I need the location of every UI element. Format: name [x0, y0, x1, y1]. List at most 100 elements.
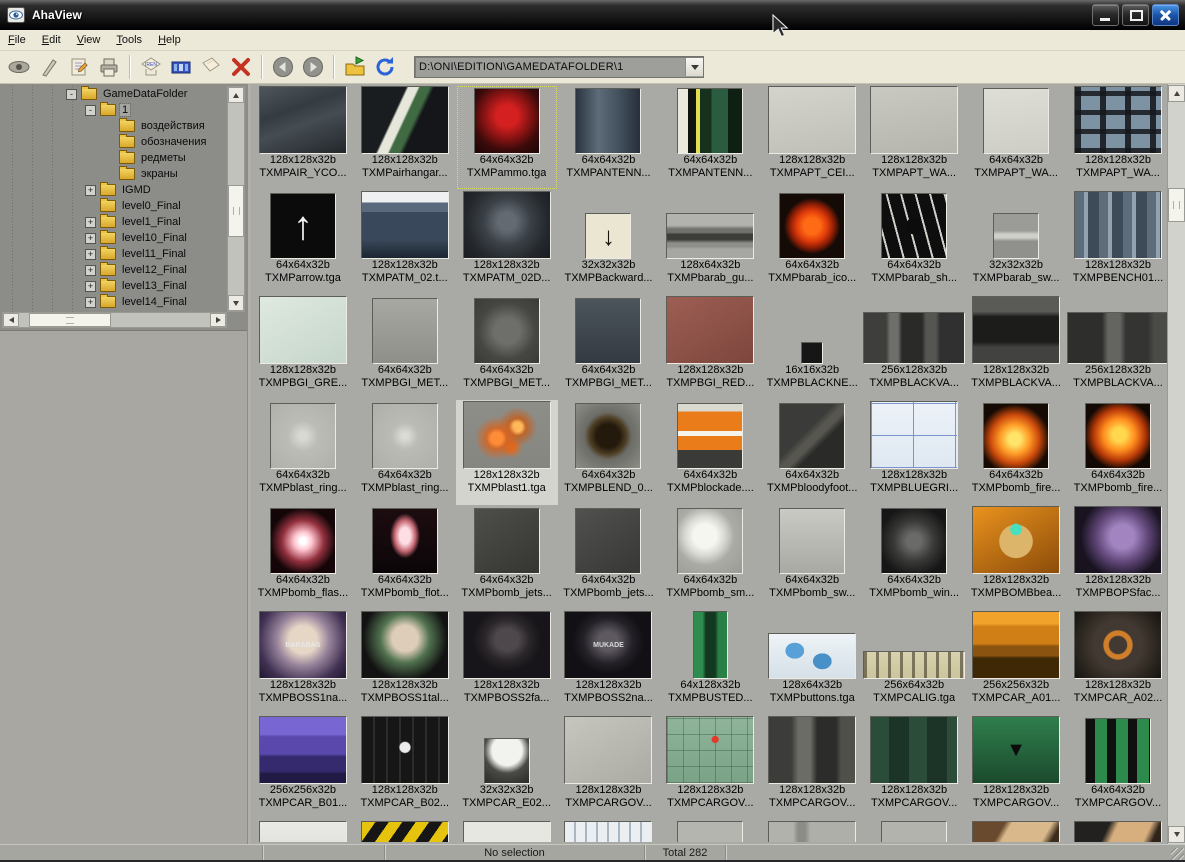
thumbnail-item[interactable]: 64x64x32bTXMPANTENN... [659, 85, 761, 190]
collapse-toggle-icon[interactable]: - [85, 105, 96, 116]
thumbnail-item[interactable]: 32x32x32bTXMPCAR_E02... [456, 715, 558, 820]
tree-item-1[interactable]: -1 [0, 102, 227, 118]
thumbnail-image[interactable] [372, 403, 438, 469]
thumbnail-item[interactable]: 64x64x32bTXMPAPT_WA... [965, 85, 1067, 190]
thumbnail-image[interactable] [983, 88, 1049, 154]
tree-item-level11_Final[interactable]: +level11_Final [0, 246, 227, 262]
thumbnail-image[interactable] [270, 508, 336, 574]
menu-tools[interactable]: Tools [108, 34, 150, 46]
thumbnail-item[interactable]: 64x64x32bTXMPCARGOV... [1067, 715, 1169, 820]
thumbnail-image[interactable] [677, 508, 743, 574]
tree-item-обозначения[interactable]: обозначения [0, 134, 227, 150]
thumbnail-item[interactable]: 128x128x32bTXMPCAR_B02... [354, 715, 456, 820]
thumbnail-item[interactable] [761, 820, 863, 842]
thumbnail-item[interactable]: 128x128x32bTXMPAPT_CEI... [761, 85, 863, 190]
thumbnail-image[interactable] [666, 716, 754, 784]
collapse-toggle-icon[interactable]: - [66, 89, 77, 100]
thumbnail-item[interactable]: 64x64x32bTXMPblast_ring... [354, 400, 456, 505]
thumbnail-item[interactable]: 128x128x32bTXMPCARGOV... [659, 715, 761, 820]
thumbnail-item[interactable]: 64x64x32bTXMPbomb_flas... [252, 505, 354, 610]
tree-scroll-right-button[interactable] [210, 313, 226, 327]
thumbnail-image[interactable] [575, 298, 641, 364]
minimize-button[interactable] [1092, 4, 1119, 26]
thumbnail-image[interactable] [463, 191, 551, 259]
thumbnail-image[interactable] [361, 191, 449, 259]
thumbnail-image[interactable] [474, 508, 540, 574]
thumbnail-image[interactable] [484, 738, 530, 784]
tree-item-level14_Final[interactable]: +level14_Final [0, 294, 227, 310]
thumbnail-item[interactable] [659, 820, 761, 842]
thumbnail-item[interactable]: 128x128x32bTXMPBOSS1tal... [354, 610, 456, 715]
thumbnail-item[interactable]: 128x128x32bTXMPBOPSfac... [1067, 505, 1169, 610]
expand-toggle-icon[interactable]: + [85, 233, 96, 244]
thumbnail-image[interactable] [361, 716, 449, 784]
thumbnail-item[interactable]: 16x16x32bTXMPBLACKNE... [761, 295, 863, 400]
thumbnail-image[interactable] [1074, 86, 1162, 154]
rename-button[interactable]: IREN [136, 53, 166, 81]
thumbnail-item[interactable]: 128x128x32bTXMPBENCH01... [1067, 190, 1169, 295]
thumbnail-item[interactable]: 128x128x32bTXMPBOSS2fa... [456, 610, 558, 715]
thumbnail-image[interactable] [361, 86, 449, 154]
thumbnail-item[interactable]: 128x128x32bTXMPBGI_RED... [659, 295, 761, 400]
thumbnail-image[interactable] [361, 611, 449, 679]
thumbnail-image[interactable] [993, 213, 1039, 259]
tree-item-level13_Final[interactable]: +level13_Final [0, 278, 227, 294]
thumbnail-image[interactable]: ↓ [585, 213, 631, 259]
thumbnail-item[interactable]: ▼128x128x32bTXMPCARGOV... [965, 715, 1067, 820]
view-button[interactable] [4, 53, 34, 81]
thumbnail-item[interactable]: 128x64x32bTXMPbuttons.tga [761, 610, 863, 715]
thumbnail-item[interactable]: 64x64x32bTXMPbomb_jets... [558, 505, 660, 610]
tree-scroll-down-button[interactable] [228, 295, 244, 311]
thumbnail-image[interactable] [259, 86, 347, 154]
thumbnail-image[interactable]: ↑ [270, 193, 336, 259]
titlebar[interactable]: AhaView [0, 0, 1185, 30]
thumbnail-image[interactable] [1074, 821, 1162, 842]
grid-scroll-down-button[interactable] [1168, 826, 1185, 843]
thumbnail-image[interactable] [1074, 191, 1162, 259]
thumbnail-item[interactable]: 64x64x32bTXMPbomb_sw... [761, 505, 863, 610]
thumbnail-item[interactable]: 64x64x32bTXMPbomb_win... [863, 505, 965, 610]
thumbnail-image[interactable] [870, 401, 958, 469]
tree-scroll-left-button[interactable] [3, 313, 19, 327]
thumbnail-image[interactable] [372, 298, 438, 364]
thumbnail-item[interactable]: 128x128x32bTXMPblast1.tga [456, 400, 558, 505]
print-button[interactable] [94, 53, 124, 81]
thumbnail-item[interactable]: 128x128x32bTXMPAIR_YCO... [252, 85, 354, 190]
thumbnail-image[interactable] [972, 296, 1060, 364]
thumbnail-item[interactable]: 256x128x32bTXMPBLACKVA... [1067, 295, 1169, 400]
tree-item-воздействия[interactable]: воздействия [0, 118, 227, 134]
refresh-button[interactable] [370, 53, 400, 81]
thumbnail-image[interactable] [881, 508, 947, 574]
thumbnail-item[interactable]: 64x64x32bTXMPBLEND_0... [558, 400, 660, 505]
thumbnail-image[interactable] [463, 821, 551, 842]
thumbnail-item[interactable]: 128x128x32bTXMPairhangar... [354, 85, 456, 190]
tree-vertical-scrollbar[interactable] [227, 86, 245, 312]
copy-button[interactable] [196, 53, 226, 81]
thumbnail-item[interactable]: 128x128x32bTXMPAPT_WA... [1067, 85, 1169, 190]
thumbnail-item[interactable] [1067, 820, 1169, 842]
description-button[interactable] [64, 53, 94, 81]
thumbnail-item[interactable]: 64x128x32bTXMPBUSTED... [659, 610, 761, 715]
thumbnail-image[interactable] [881, 821, 947, 842]
grid-scroll-thumb[interactable] [1168, 188, 1185, 222]
thumbnail-image[interactable] [881, 193, 947, 259]
thumbnail-item[interactable]: 64x64x32bTXMPbomb_fire... [965, 400, 1067, 505]
thumbnail-image[interactable] [259, 296, 347, 364]
thumbnail-image[interactable]: ▼ [972, 716, 1060, 784]
thumbnail-image[interactable] [270, 403, 336, 469]
grid-scroll-up-button[interactable] [1168, 85, 1185, 102]
thumbnail-item[interactable]: 64x64x32bTXMPbomb_fire... [1067, 400, 1169, 505]
maximize-button[interactable] [1122, 4, 1149, 26]
path-combobox[interactable]: D:\ONI\EDITION\GAMEDATAFOLDER\1 [414, 56, 704, 78]
thumbnail-item[interactable]: 128x64x32bTXMPbarab_gu... [659, 190, 761, 295]
menu-view[interactable]: View [69, 34, 109, 46]
tree-item-редметы[interactable]: редметы [0, 150, 227, 166]
thumbnail-item[interactable]: 64x64x32bTXMPammo.tga [456, 85, 558, 190]
thumbnail-image[interactable]: MUKADE [564, 611, 652, 679]
thumbnail-image[interactable] [575, 508, 641, 574]
thumbnail-image[interactable] [779, 403, 845, 469]
thumbnail-item[interactable]: MUKADE128x128x32bTXMPBOSS2na... [558, 610, 660, 715]
thumbnail-image[interactable] [259, 716, 347, 784]
thumbnail-image[interactable] [768, 633, 856, 679]
thumbnail-image[interactable] [972, 506, 1060, 574]
